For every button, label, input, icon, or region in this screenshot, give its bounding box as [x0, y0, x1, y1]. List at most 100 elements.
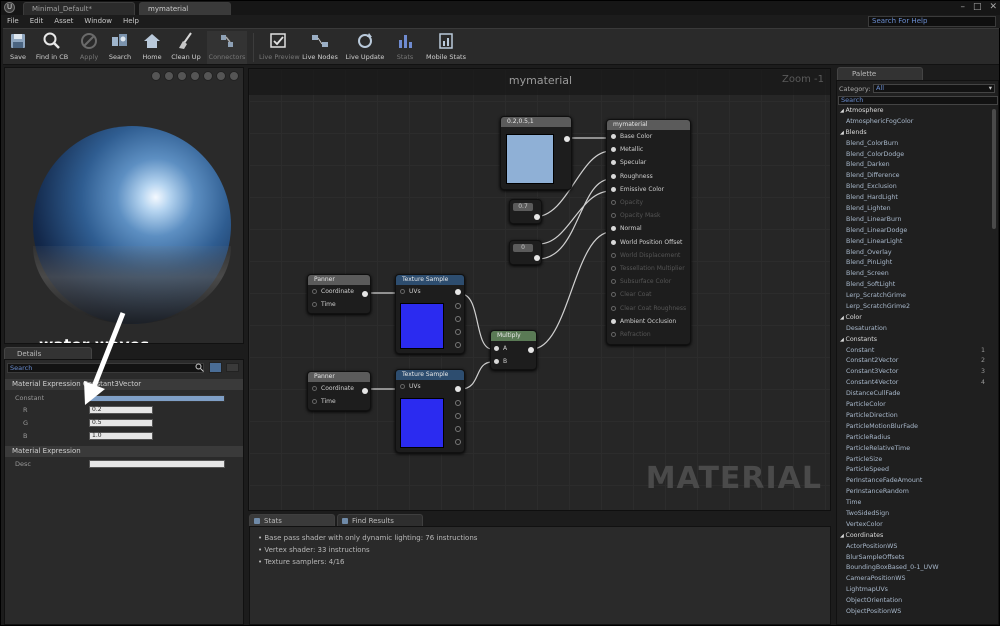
palette-category[interactable]: ◢ Atmosphere: [837, 106, 989, 117]
sphere-preview-icon[interactable]: [151, 71, 161, 81]
coordinate-pin[interactable]: Coordinate: [312, 385, 354, 392]
maximize-icon[interactable]: □: [973, 2, 982, 12]
category-dropdown[interactable]: All ▾: [873, 84, 995, 93]
menu-help[interactable]: Help: [123, 15, 139, 28]
output-pin[interactable]: [362, 291, 368, 297]
r-output-pin[interactable]: [455, 400, 461, 406]
visibility-eye-icon[interactable]: [226, 363, 239, 372]
palette-item[interactable]: VertexColor: [837, 520, 989, 531]
palette-item[interactable]: BoundingBoxBased_0-1_UVW: [837, 563, 989, 574]
palette-category[interactable]: ◢ Constants: [837, 335, 989, 346]
palette-item[interactable]: Time: [837, 498, 989, 509]
palette-item[interactable]: Blend_ColorBurn: [837, 139, 989, 150]
live-nodes-button[interactable]: Live Nodes: [301, 31, 339, 64]
tab-minimal-default[interactable]: Minimal_Default*: [23, 2, 135, 15]
mesh-preview-icon[interactable]: [203, 71, 213, 81]
result-pin-row[interactable]: Subsurface Color: [611, 278, 671, 285]
output-pin[interactable]: [534, 255, 540, 261]
live-update-button[interactable]: Live Update: [345, 31, 385, 64]
texture-sample-node-2[interactable]: Texture Sample UVs: [395, 369, 465, 453]
palette-search-input[interactable]: Search: [838, 96, 998, 105]
realtime-toggle-icon[interactable]: [229, 71, 239, 81]
result-pin-row[interactable]: Normal: [611, 225, 642, 232]
palette-item[interactable]: Blend_PinLight: [837, 258, 989, 269]
palette-item[interactable]: AtmosphericFogColor: [837, 117, 989, 128]
clean-up-button[interactable]: Clean Up: [171, 31, 201, 64]
live-preview-button[interactable]: Live Preview: [259, 31, 300, 64]
palette-item[interactable]: TwoSidedSign: [837, 509, 989, 520]
panner-node-2[interactable]: Panner Coordinate Time: [307, 371, 371, 411]
palette-item[interactable]: DistanceCullFade: [837, 389, 989, 400]
uvs-pin[interactable]: UVs: [400, 288, 421, 295]
a-input-pin[interactable]: A: [494, 345, 507, 352]
palette-item[interactable]: Blend_Overlay: [837, 248, 989, 259]
plane-preview-icon[interactable]: [177, 71, 187, 81]
b-output-pin[interactable]: [455, 329, 461, 335]
palette-item[interactable]: Lerp_ScratchGrime2: [837, 302, 989, 313]
palette-item[interactable]: Blend_Difference: [837, 171, 989, 182]
preview-viewport[interactable]: water waves speed and directions ↔ Y: [4, 67, 244, 344]
palette-item[interactable]: Blend_LinearLight: [837, 237, 989, 248]
result-pin-row[interactable]: Emissive Color: [611, 186, 664, 193]
palette-item[interactable]: ObjectPositionWS: [837, 607, 989, 618]
material-graph-editor[interactable]: mymaterial Zoom -1 MATERIAL 0.2,0.5,1 0.…: [248, 68, 831, 511]
tab-find-results[interactable]: Find Results: [337, 514, 423, 526]
apply-button[interactable]: Apply: [77, 31, 101, 64]
desc-field[interactable]: [89, 460, 225, 468]
palette-item[interactable]: Blend_LinearBurn: [837, 215, 989, 226]
scalar-node-metallic[interactable]: 0.7: [509, 199, 542, 224]
palette-item[interactable]: Blend_SoftLight: [837, 280, 989, 291]
tab-stats[interactable]: Stats: [249, 514, 335, 526]
rgb-output-pin[interactable]: [455, 289, 461, 295]
palette-item[interactable]: CameraPositionWS: [837, 574, 989, 585]
palette-item[interactable]: PerInstanceFadeAmount: [837, 476, 989, 487]
result-pin-row[interactable]: Metallic: [611, 146, 643, 153]
minimize-icon[interactable]: –: [960, 2, 965, 12]
output-pin[interactable]: [362, 388, 368, 394]
palette-item[interactable]: Blend_Darken: [837, 160, 989, 171]
search-button[interactable]: Search: [107, 31, 133, 64]
search-icon[interactable]: [195, 363, 204, 372]
panner-node-1[interactable]: Panner Coordinate Time: [307, 274, 371, 314]
b-value-field[interactable]: 1.0: [89, 432, 153, 440]
result-pin-row[interactable]: Ambient Occlusion: [611, 318, 676, 325]
result-pin-row[interactable]: Refraction: [611, 331, 651, 338]
material-result-node[interactable]: mymaterial Base Color Metallic Specular Rou…: [606, 119, 691, 345]
section-material-expression[interactable]: Material Expression: [5, 446, 243, 457]
result-pin-row[interactable]: Base Color: [611, 133, 652, 140]
tab-mymaterial[interactable]: mymaterial: [139, 2, 231, 15]
palette-category[interactable]: ◢ Coordinates: [837, 531, 989, 542]
result-pin-row[interactable]: Clear Coat: [611, 291, 652, 298]
palette-item[interactable]: Blend_HardLight: [837, 193, 989, 204]
palette-item[interactable]: Blend_Screen: [837, 269, 989, 280]
menu-edit[interactable]: Edit: [30, 15, 44, 28]
palette-item[interactable]: ParticleSpeed: [837, 465, 989, 476]
r-value-field[interactable]: 0.2: [89, 406, 153, 414]
result-pin-row[interactable]: World Position Offset: [611, 239, 682, 246]
menu-asset[interactable]: Asset: [54, 15, 73, 28]
palette-item[interactable]: ObjectOrientation: [837, 596, 989, 607]
result-pin-row[interactable]: Clear Coat Roughness: [611, 305, 686, 312]
palette-item[interactable]: Constant4Vector 4: [837, 378, 989, 389]
palette-item[interactable]: Constant2Vector 2: [837, 356, 989, 367]
palette-item[interactable]: Desaturation: [837, 324, 989, 335]
result-pin-row[interactable]: Opacity: [611, 199, 643, 206]
result-pin-row[interactable]: Roughness: [611, 173, 653, 180]
a-output-pin[interactable]: [455, 439, 461, 445]
output-pin[interactable]: [564, 136, 570, 142]
palette-item[interactable]: ParticleRelativeTime: [837, 444, 989, 455]
menu-file[interactable]: File: [7, 15, 19, 28]
texture-sample-node-1[interactable]: Texture Sample UVs: [395, 274, 465, 354]
rgb-output-pin[interactable]: [455, 386, 461, 392]
palette-category[interactable]: ◢ Blends: [837, 128, 989, 139]
scalar-node-roughness[interactable]: 0: [509, 240, 542, 265]
multiply-node[interactable]: Multiply A B: [490, 330, 537, 370]
g-output-pin[interactable]: [455, 316, 461, 322]
connectors-button[interactable]: Connectors: [207, 31, 247, 64]
palette-item[interactable]: Lerp_ScratchGrime: [837, 291, 989, 302]
menu-window[interactable]: Window: [84, 15, 112, 28]
palette-item[interactable]: BlurSampleOffsets: [837, 553, 989, 564]
palette-item[interactable]: ParticleRadius: [837, 433, 989, 444]
b-output-pin[interactable]: [455, 426, 461, 432]
result-pin-row[interactable]: Tessellation Multiplier: [611, 265, 685, 272]
